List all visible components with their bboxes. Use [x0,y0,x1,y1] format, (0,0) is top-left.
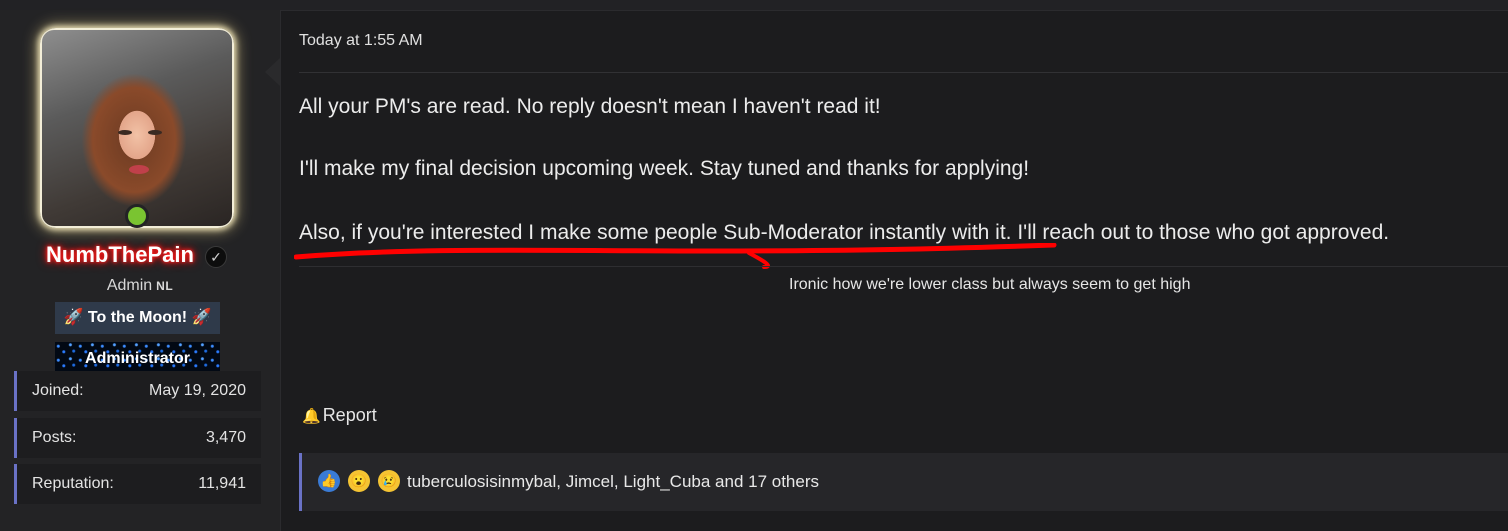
stat-label: Reputation: [32,475,114,492]
stat-label: Joined: [32,382,84,399]
stat-joined: Joined: May 19, 2020 [14,371,261,411]
stat-value: 3,470 [205,429,246,446]
stat-reputation: Reputation: 11,941 [14,464,261,504]
sad-reaction-icon[interactable]: 😢 [378,470,400,492]
user-title-text: Admin [106,277,153,294]
stat-value: May 19, 2020 [149,382,246,399]
user-title: Admin NL [0,277,280,295]
reactions-bar[interactable]: 👍 😮 😢 tuberculosisinmybal, Jimcel, Light… [299,453,1508,511]
post-timestamp[interactable]: Today at 1:55 AM [299,32,423,50]
like-reaction-icon[interactable]: 👍 [318,470,340,492]
verified-check-icon: ✓ [205,246,227,268]
post-pointer-arrow [265,58,280,86]
report-label: Report [322,405,377,425]
signature: Ironic how we're lower class but always … [789,276,1191,293]
stat-posts: Posts: 3,470 [14,418,261,458]
user-title-flag: NL [156,279,174,293]
reactions-list[interactable]: tuberculosisinmybal, Jimcel, Light_Cuba … [407,472,819,492]
user-banner-to-the-moon: 🚀 To the Moon! 🚀 [55,302,220,334]
stat-label: Posts: [32,429,77,446]
post-paragraph: All your PM's are read. No reply doesn't… [299,95,881,118]
wow-reaction-icon[interactable]: 😮 [348,470,370,492]
report-link[interactable]: 🔔 Report [302,405,377,426]
stat-value: 11,941 [198,475,246,492]
post-paragraph: Also, if you're interested I make some p… [299,221,1390,244]
signature-divider [299,266,1508,267]
bell-icon: 🔔 [302,408,321,425]
post-paragraph: I'll make my final decision upcoming wee… [299,157,1030,180]
user-sidebar: NumbThePain ✓ Admin NL 🚀 To the Moon! 🚀 A… [0,10,281,531]
avatar[interactable] [40,28,234,228]
username[interactable]: NumbThePain [0,242,240,268]
online-status-icon [125,204,149,228]
post-header-divider [299,72,1508,73]
